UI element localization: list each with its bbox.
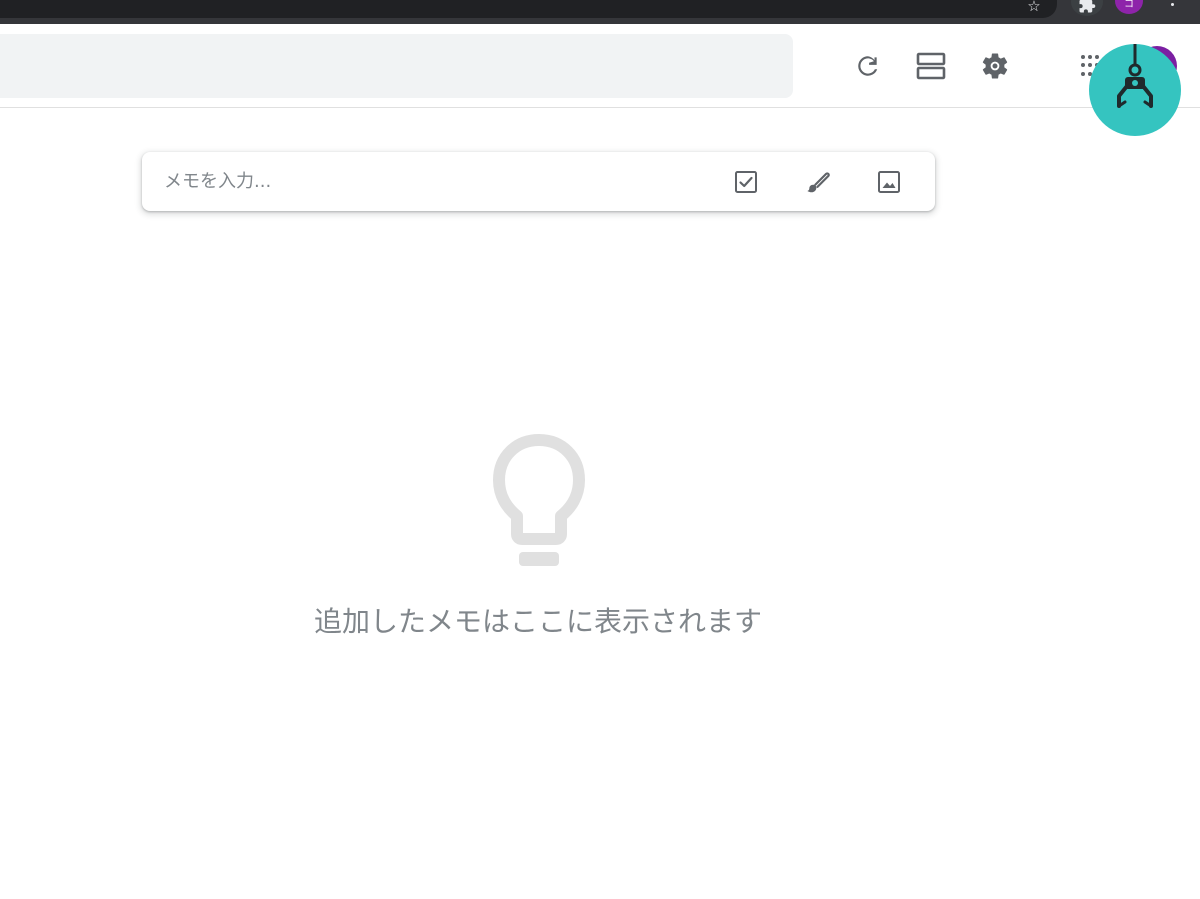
browser-profile-avatar[interactable]: コ	[1115, 0, 1143, 14]
browser-toolbar: ☆ コ	[0, 0, 1200, 24]
checkbox-icon	[735, 171, 757, 193]
extensions-button[interactable]	[1071, 0, 1103, 16]
refresh-icon	[858, 56, 878, 76]
app-header	[0, 24, 1200, 108]
image-icon	[878, 171, 900, 193]
brush-icon	[807, 172, 830, 193]
list-view-icon	[916, 52, 946, 80]
bookmark-star-icon[interactable]: ☆	[1024, 0, 1044, 15]
list-view-button[interactable]	[909, 44, 953, 88]
new-drawing-button[interactable]	[798, 162, 838, 202]
lightbulb-icon	[492, 434, 586, 568]
empty-notes-message: 追加したメモはここに表示されます	[313, 605, 762, 638]
refresh-button[interactable]	[846, 44, 890, 88]
extension-fab-button[interactable]	[1089, 44, 1181, 136]
claw-grabber-icon	[1117, 44, 1153, 108]
note-input-placeholder[interactable]: メモを入力...	[164, 171, 271, 193]
browser-menu-icon[interactable]	[1162, 0, 1182, 10]
new-list-button[interactable]	[726, 162, 766, 202]
settings-button[interactable]	[973, 44, 1017, 88]
search-input[interactable]	[0, 34, 793, 98]
take-note-bar[interactable]: メモを入力...	[142, 152, 935, 211]
puzzle-icon	[1079, 0, 1096, 13]
address-bar[interactable]: ☆	[0, 0, 1057, 18]
settings-icon	[982, 53, 1008, 79]
new-image-note-button[interactable]	[869, 162, 909, 202]
